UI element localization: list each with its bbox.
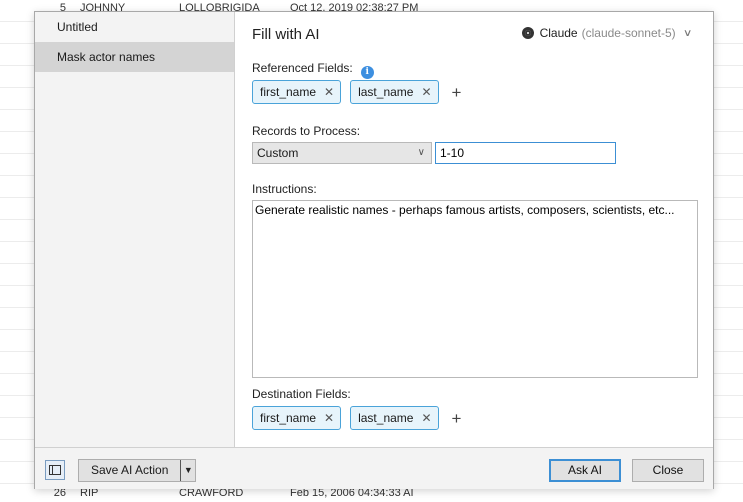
referenced-fields-label-text: Referenced Fields: [252, 61, 353, 75]
save-ai-action-button[interactable]: Save AI Action ▼ [78, 459, 197, 482]
sidebar-item-label: Mask actor names [57, 50, 156, 64]
info-icon[interactable]: i [360, 66, 374, 79]
records-range-input[interactable] [435, 142, 616, 164]
chevron-down-icon: ∨ [682, 27, 693, 39]
background-row: 26 RIP CRAWFORD Feb 15, 2006 04:34:33 AI [0, 487, 743, 501]
chip-label: last_name [358, 411, 414, 425]
destination-field-chip: last_name ✕ [350, 406, 439, 430]
ai-actions-sidebar: Untitled Mask actor names [35, 12, 235, 447]
records-mode-value: Custom [257, 146, 299, 160]
sidebar-item-label: Untitled [57, 20, 98, 34]
close-button[interactable]: Close [632, 459, 704, 482]
chevron-down-icon[interactable]: ▼ [181, 460, 195, 481]
referenced-field-chip: last_name ✕ [350, 80, 439, 104]
model-name: Claude [539, 26, 578, 40]
plus-icon[interactable]: + [452, 84, 462, 101]
close-icon[interactable]: ✕ [421, 411, 431, 425]
destination-fields: first_name ✕ last_name ✕ + [252, 406, 461, 430]
referenced-field-chip: first_name ✕ [252, 80, 342, 104]
sidebar-item-untitled[interactable]: Untitled [35, 12, 234, 42]
dialog-footer: Save AI Action ▼ Ask AI Close [35, 447, 713, 489]
instructions-textarea[interactable]: Generate realistic names - perhaps famou… [252, 200, 698, 378]
model-icon [521, 27, 534, 39]
records-mode-select[interactable]: Custom ∨ [252, 142, 432, 164]
chip-label: first_name [260, 85, 317, 99]
sidebar-toggle-button[interactable] [45, 460, 65, 480]
referenced-fields: first_name ✕ last_name ✕ + [252, 80, 461, 104]
chevron-down-icon: ∨ [417, 147, 425, 158]
action-editor: Fill with AI Claude (claude-sonnet-5) ∨ … [236, 12, 713, 447]
model-selector[interactable]: Claude (claude-sonnet-5) ∨ [521, 26, 693, 40]
destination-field-chip: first_name ✕ [252, 406, 342, 430]
plus-icon[interactable]: + [452, 410, 462, 427]
referenced-fields-label: Referenced Fields: i [252, 61, 374, 79]
destination-fields-label: Destination Fields: [252, 387, 351, 401]
sidebar-toggle-icon [49, 465, 61, 475]
close-icon[interactable]: ✕ [324, 411, 334, 425]
sidebar-item-mask-actor-names[interactable]: Mask actor names [35, 42, 234, 72]
chip-label: last_name [358, 85, 414, 99]
fill-with-ai-dialog: Untitled Mask actor names Fill with AI C… [34, 11, 714, 489]
save-ai-action-label: Save AI Action [79, 460, 182, 481]
instructions-label: Instructions: [252, 182, 317, 196]
model-id: (claude-sonnet-5) [581, 26, 676, 40]
close-icon[interactable]: ✕ [421, 85, 431, 99]
dialog-title: Fill with AI [252, 26, 320, 43]
close-icon[interactable]: ✕ [324, 85, 334, 99]
ask-ai-button[interactable]: Ask AI [549, 459, 621, 482]
records-label: Records to Process: [252, 124, 361, 138]
chip-label: first_name [260, 411, 317, 425]
